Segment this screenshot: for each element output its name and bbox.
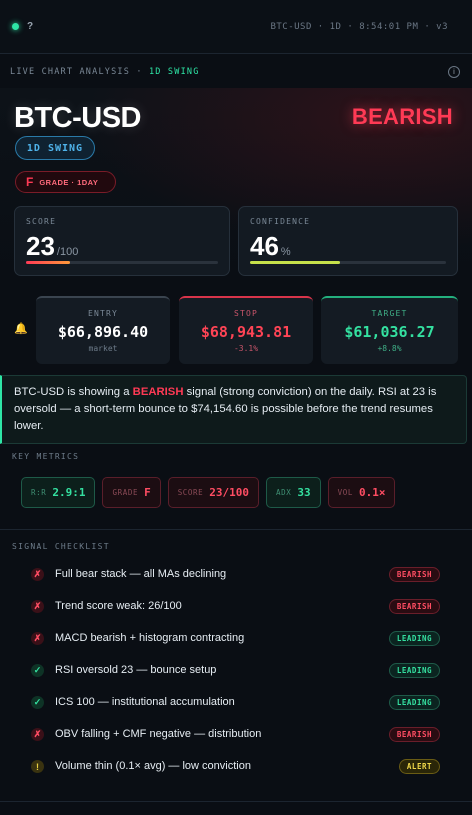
checklist-text: OBV falling + CMF negative — distributio… bbox=[55, 728, 262, 740]
checklist-text: Trend score weak: 26/100 bbox=[55, 600, 182, 612]
trade-levels: 🔔 ENTRY $66,896.40 market STOP $68,943.8… bbox=[0, 296, 472, 364]
check-icon: ✓ bbox=[31, 696, 44, 709]
metric-pill-score: SCORE 23/100 bbox=[167, 477, 260, 508]
grade-letter: F bbox=[26, 175, 34, 189]
signal-checklist: ✗ Full bear stack — all MAs declining BEAR… bbox=[0, 560, 472, 784]
target-label: TARGET bbox=[371, 309, 408, 318]
stop-label: STOP bbox=[233, 309, 259, 318]
metric-key: GRADE bbox=[112, 488, 139, 497]
target-card: TARGET $61,036.27 +8.8% bbox=[321, 296, 458, 364]
checklist-tag: LEADING bbox=[388, 631, 440, 646]
checklist-text: Volume thin (0.1× avg) — low conviction bbox=[55, 760, 251, 772]
score-card: SCORE 23/100 bbox=[14, 206, 230, 276]
warning-icon: ! bbox=[31, 760, 44, 773]
ticker-title: BTC-USD bbox=[14, 102, 142, 134]
score-number: 23 bbox=[26, 231, 55, 261]
checklist-tag: LEADING bbox=[388, 663, 440, 678]
checklist-tag: LEADING bbox=[388, 695, 440, 710]
checklist-tag: BEARISH bbox=[388, 599, 440, 614]
confidence-number: 46 bbox=[250, 231, 279, 261]
confidence-bar-fill bbox=[250, 261, 341, 264]
checklist-tag: BEARISH bbox=[388, 727, 440, 742]
checklist-text: Full bear stack — all MAs declining bbox=[55, 568, 227, 580]
metric-value: F bbox=[144, 486, 151, 499]
analysis-label: LIVE CHART ANALYSIS · 1D SWING bbox=[10, 67, 200, 77]
entry-card: ENTRY $66,896.40 market bbox=[36, 296, 170, 364]
cross-icon: ✗ bbox=[31, 728, 44, 741]
score-bar-fill bbox=[26, 261, 71, 264]
metric-pill-vol: VOL 0.1× bbox=[327, 477, 396, 508]
timeframe-accent: 1D SWING bbox=[148, 67, 200, 77]
checklist-row: ✗ OBV falling + CMF negative — distributi… bbox=[0, 720, 472, 752]
checklist-text: RSI oversold 23 — bounce setup bbox=[55, 664, 217, 676]
entry-value: $66,896.40 bbox=[57, 323, 149, 341]
summary-signal: BEARISH bbox=[132, 386, 184, 398]
analysis-label-text: LIVE CHART ANALYSIS bbox=[10, 67, 131, 77]
target-sub: +8.8% bbox=[377, 344, 402, 353]
section-divider bbox=[0, 529, 472, 530]
checklist-row: ✗ Full bear stack — all MAs declining BEAR… bbox=[0, 560, 472, 592]
checklist-row: ✗ MACD bearish + histogram contracting LEA… bbox=[0, 624, 472, 656]
key-metrics-row: R:R 2.9:1 GRADE F SCORE 23/100 ADX 33 VOL 0.1× bbox=[21, 477, 396, 508]
cross-icon: ✗ bbox=[31, 568, 44, 581]
analysis-strip: LIVE CHART ANALYSIS · 1D SWING i bbox=[0, 56, 472, 88]
metric-value: 33 bbox=[297, 486, 311, 499]
bottom-divider bbox=[0, 801, 472, 802]
metric-value: 23/100 bbox=[209, 486, 250, 499]
cross-icon: ✗ bbox=[31, 600, 44, 613]
metric-key: SCORE bbox=[177, 488, 204, 497]
status-readout: BTC-USD · 1D · 8:54:01 PM · v3 bbox=[270, 21, 448, 32]
score-label: SCORE bbox=[26, 217, 57, 226]
stop-sub: -3.1% bbox=[233, 344, 259, 353]
checklist-tag: BEARISH bbox=[388, 567, 440, 582]
score-value: 23/100 bbox=[26, 231, 78, 262]
score-suffix: /100 bbox=[56, 246, 79, 258]
confidence-card: CONFIDENCE 46% bbox=[238, 206, 458, 276]
score-bar-track bbox=[26, 261, 218, 264]
checklist-text: MACD bearish + histogram contracting bbox=[55, 632, 245, 644]
confidence-suffix: % bbox=[280, 246, 291, 258]
checklist-row: ! Volume thin (0.1× avg) — low conviction… bbox=[0, 752, 472, 784]
confidence-bar-track bbox=[250, 261, 446, 264]
grade-text: GRADE · 1DAY bbox=[39, 177, 99, 187]
signal-direction: BEARISH bbox=[351, 104, 453, 129]
confidence-value: 46% bbox=[250, 231, 291, 262]
live-status-dot bbox=[12, 23, 19, 30]
metric-value: 0.1× bbox=[358, 486, 386, 499]
metric-pill-adx: ADX 33 bbox=[266, 477, 321, 508]
confidence-label: CONFIDENCE bbox=[250, 217, 311, 226]
entry-sub: market bbox=[88, 344, 118, 353]
grade-pill: F GRADE · 1DAY bbox=[15, 171, 116, 193]
swing-pill[interactable]: 1D SWING bbox=[15, 136, 95, 160]
checklist-row: ✓ ICS 100 — institutional accumulation LEA… bbox=[0, 688, 472, 720]
checklist-title: SIGNAL CHECKLIST bbox=[12, 542, 110, 551]
help-icon[interactable]: ? bbox=[27, 21, 33, 32]
checklist-row: ✗ Trend score weak: 26/100 BEARISH bbox=[0, 592, 472, 624]
metric-value: 2.9:1 bbox=[52, 486, 86, 499]
metric-pill-grade: GRADE F bbox=[102, 477, 161, 508]
bell-icon[interactable]: 🔔 bbox=[14, 322, 28, 335]
metric-key: VOL bbox=[337, 488, 353, 497]
metric-key: R:R bbox=[31, 488, 47, 497]
checklist-text: ICS 100 — institutional accumulation bbox=[55, 696, 235, 708]
stop-value: $68,943.81 bbox=[200, 323, 292, 341]
cross-icon: ✗ bbox=[31, 632, 44, 645]
signal-summary: BTC-USD is showing a BEARISH signal (str… bbox=[0, 375, 467, 444]
info-icon[interactable]: i bbox=[448, 66, 460, 78]
checklist-row: ✓ RSI oversold 23 — bounce setup LEADING bbox=[0, 656, 472, 688]
stop-card: STOP $68,943.81 -3.1% bbox=[179, 296, 313, 364]
checklist-tag: ALERT bbox=[398, 759, 440, 774]
top-bar: ? BTC-USD · 1D · 8:54:01 PM · v3 bbox=[0, 0, 472, 54]
metric-key: ADX bbox=[276, 488, 292, 497]
check-icon: ✓ bbox=[31, 664, 44, 677]
summary-text-pre: BTC-USD is showing a bbox=[14, 386, 133, 398]
key-metrics-title: KEY METRICS bbox=[12, 452, 80, 461]
hero-panel: BTC-USD BEARISH 1D SWING F GRADE · 1DAY … bbox=[0, 88, 472, 288]
target-value: $61,036.27 bbox=[344, 323, 435, 341]
entry-label: ENTRY bbox=[87, 309, 119, 318]
separator: · bbox=[130, 67, 149, 77]
metric-pill-rr: R:R 2.9:1 bbox=[21, 477, 96, 508]
